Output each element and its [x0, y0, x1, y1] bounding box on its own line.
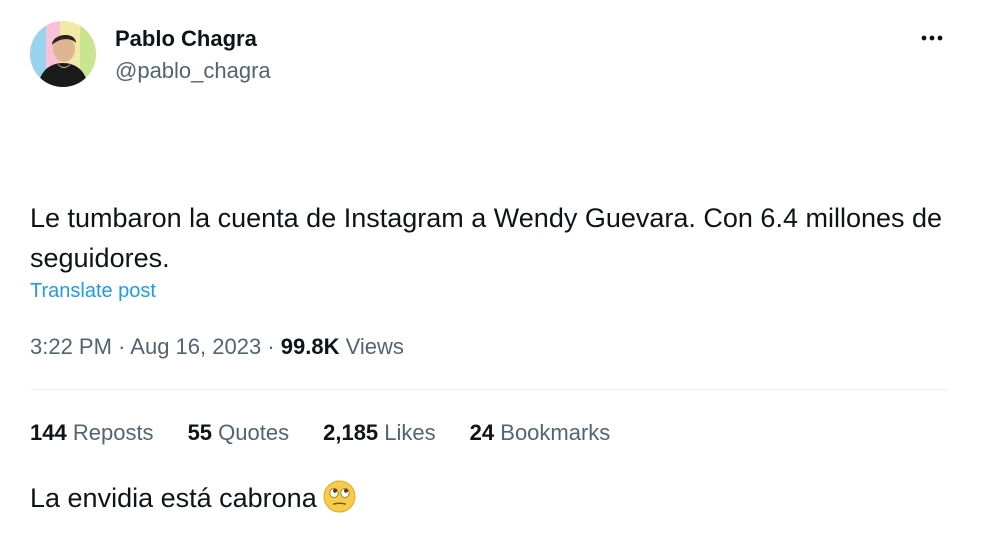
tweet-meta: 3:22 PM · Aug 16, 2023 · 99.8K Views: [30, 332, 404, 362]
tweet-date[interactable]: Aug 16, 2023: [130, 334, 261, 359]
likes-label: Likes: [384, 420, 436, 445]
face-with-rolling-eyes-icon: [323, 480, 356, 513]
bookmarks-stat[interactable]: 24 Bookmarks: [470, 418, 611, 448]
meta-separator: ·: [118, 334, 126, 359]
translate-post-link[interactable]: Translate post: [30, 278, 156, 304]
likes-count: 2,185: [323, 420, 379, 445]
quotes-stat[interactable]: 55 Quotes: [188, 418, 290, 448]
quotes-label: Quotes: [218, 420, 290, 445]
author-handle[interactable]: @pablo_chagra: [115, 57, 271, 85]
bookmarks-count: 24: [469, 420, 495, 445]
views-count: 99.8K: [280, 334, 340, 359]
quotes-count: 55: [187, 420, 213, 445]
more-options-button[interactable]: [912, 22, 952, 54]
tweet-text-line: La envidia está cabrona: [30, 478, 960, 518]
meta-separator: ·: [267, 334, 275, 359]
engagement-stats: 144 Reposts 55 Quotes 2,185 Likes 24 Boo…: [30, 418, 644, 448]
more-horizontal-icon: [920, 29, 944, 47]
bookmarks-label: Bookmarks: [500, 420, 611, 445]
views-label: Views: [345, 334, 404, 359]
divider: [30, 389, 948, 390]
reposts-stat[interactable]: 144 Reposts: [30, 418, 154, 448]
tweet-time[interactable]: 3:22 PM: [30, 334, 112, 359]
tweet-text-line: Le tumbaron la cuenta de Instagram a Wen…: [30, 203, 950, 273]
author-display-name[interactable]: Pablo Chagra: [115, 25, 257, 53]
reposts-count: 144: [30, 420, 67, 445]
reposts-label: Reposts: [72, 420, 154, 445]
avatar[interactable]: [30, 21, 96, 87]
likes-stat[interactable]: 2,185 Likes: [323, 418, 436, 448]
